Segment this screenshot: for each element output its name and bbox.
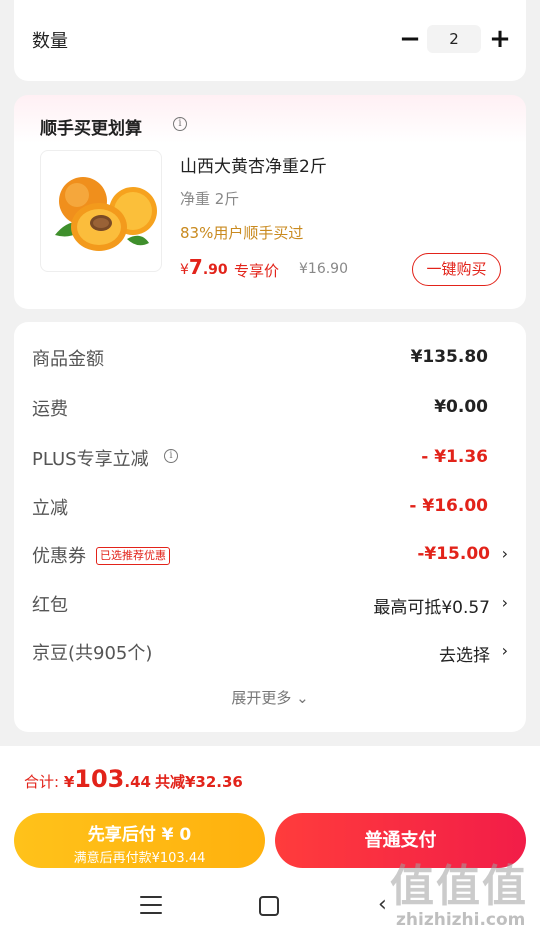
total-int: 103: [74, 765, 125, 793]
pay-later-subtitle: 满意后再付款¥103.44: [73, 851, 206, 866]
row-label: 红包: [32, 595, 68, 616]
total-saved: 共减¥32.36: [154, 773, 243, 791]
quantity-input[interactable]: 2: [427, 25, 481, 53]
pay-later-button[interactable]: 先享后付 ¥ 0 满意后再付款¥103.44: [14, 813, 265, 868]
row-label: 运费: [32, 399, 68, 420]
chevron-right-icon: ›: [501, 544, 508, 563]
row-goods-amount: 商品金额 ¥135.80: [14, 343, 526, 373]
watermark: 值值值 zhizhizhi.com: [390, 850, 530, 934]
menu-icon[interactable]: [140, 896, 162, 916]
apricot-image: [55, 177, 157, 251]
row-value: 去选择: [439, 646, 490, 666]
addon-title: 顺手买更划算: [40, 119, 142, 139]
pay-later-title: 先享后付 ¥ 0: [87, 825, 192, 845]
addon-price: ¥7.90: [180, 255, 228, 279]
total-yen: ¥: [63, 773, 75, 791]
row-coupon[interactable]: 优惠券 已选推荐优惠 -¥15.00 ›: [14, 540, 526, 570]
row-value: -¥15.00: [417, 544, 490, 564]
price-summary-card: 商品金额 ¥135.80 运费 ¥0.00 PLUS专享立减 i - ¥1.36…: [14, 322, 526, 732]
addon-original-price: ¥16.90: [299, 261, 348, 277]
addon-product-spec: 净重 2斤: [180, 190, 240, 208]
addon-users-bought: 83%用户顺手买过: [180, 224, 304, 242]
back-icon[interactable]: ‹: [378, 892, 387, 917]
quantity-card: 数量 − 2 +: [14, 0, 526, 81]
row-label: 立减: [32, 498, 68, 519]
coupon-badge: 已选推荐优惠: [96, 547, 170, 565]
chevron-right-icon: ›: [501, 593, 508, 612]
quantity-label: 数量: [32, 31, 68, 52]
total-dec: .44: [124, 773, 151, 791]
quantity-minus-button[interactable]: −: [398, 24, 422, 54]
addon-price-yen: ¥: [180, 262, 189, 278]
one-click-buy-button[interactable]: 一键购买: [412, 253, 501, 286]
row-plus-discount: PLUS专享立减 i - ¥1.36: [14, 443, 526, 473]
row-instant-discount: 立减 - ¥16.00: [14, 492, 526, 522]
total-label: 合计:: [24, 773, 64, 791]
row-shipping: 运费 ¥0.00: [14, 393, 526, 423]
row-label: 商品金额: [32, 349, 104, 370]
addon-exclusive-label: 专享价: [234, 262, 280, 280]
addon-recommendation-card: 顺手买更划算 i 山西大黄杏净重2斤 净重 2斤 83%用户顺手买过 ¥7.90…: [14, 95, 526, 309]
row-jingdou[interactable]: 京豆(共905个) 去选择 ›: [14, 637, 526, 667]
addon-price-dec: .90: [202, 262, 228, 278]
total-amount: 合计: ¥103.44 共减¥32.36: [24, 765, 243, 793]
home-icon[interactable]: [259, 896, 279, 916]
expand-more-button[interactable]: 展开更多 ⌄: [14, 687, 526, 708]
checkout-bar: 合计: ¥103.44 共减¥32.36 先享后付 ¥ 0 满意后再付款¥103.…: [0, 746, 540, 939]
row-value: 最高可抵¥0.57: [373, 598, 490, 618]
addon-price-int: 7: [188, 255, 203, 279]
row-value: - ¥16.00: [409, 496, 488, 516]
row-label: 优惠券: [32, 546, 86, 567]
watermark-text: zhizhizhi.com: [396, 910, 526, 930]
row-value: - ¥1.36: [421, 447, 488, 467]
info-icon[interactable]: i: [173, 117, 187, 131]
row-label: PLUS专享立减: [32, 449, 149, 470]
info-icon[interactable]: i: [164, 449, 178, 463]
quantity-plus-button[interactable]: +: [488, 24, 512, 54]
row-value: ¥135.80: [410, 347, 488, 367]
chevron-right-icon: ›: [501, 641, 508, 660]
addon-product-name[interactable]: 山西大黄杏净重2斤: [180, 152, 327, 177]
row-label: 京豆(共905个): [32, 643, 153, 664]
row-red-packet[interactable]: 红包 最高可抵¥0.57 ›: [14, 589, 526, 619]
row-value: ¥0.00: [434, 397, 488, 417]
addon-product-image[interactable]: [40, 150, 162, 272]
watermark-logo: 值值值: [390, 861, 528, 912]
